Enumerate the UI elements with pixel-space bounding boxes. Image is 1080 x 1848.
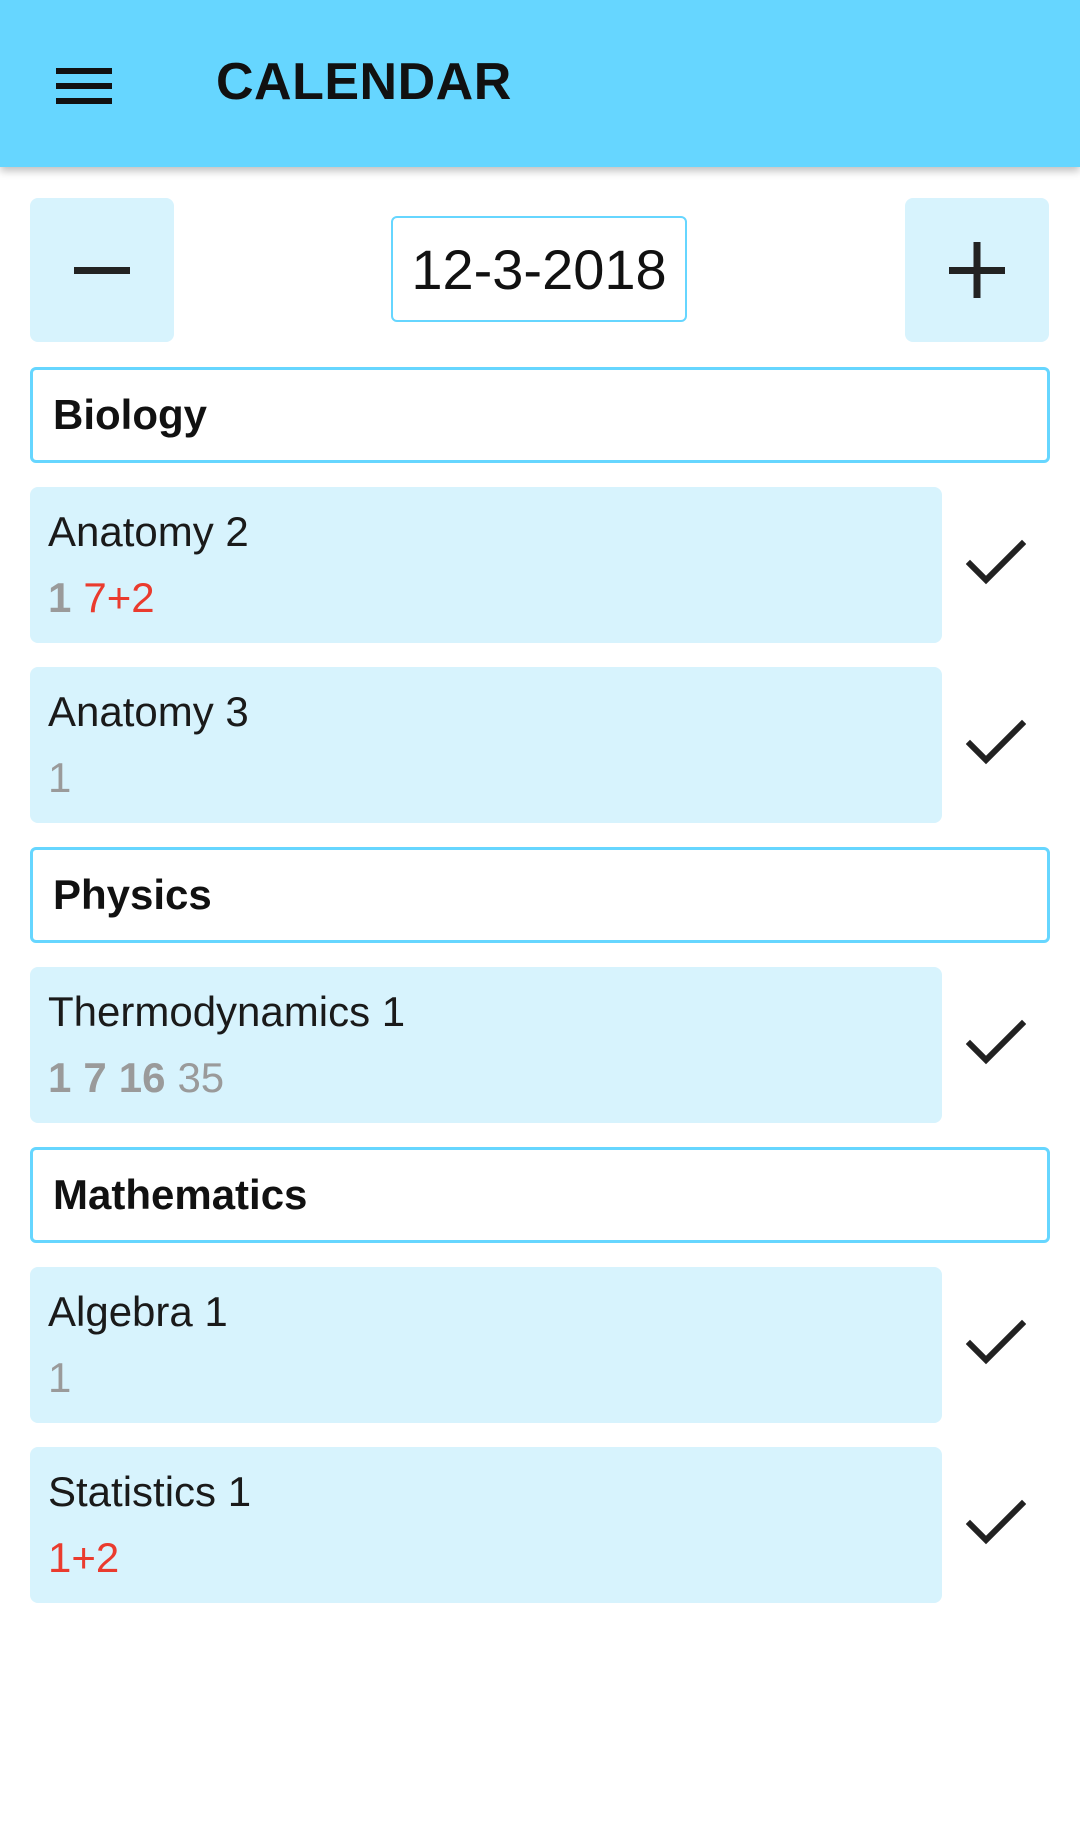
mark-done-button[interactable]	[954, 523, 1038, 607]
item-progress: 1	[48, 1353, 83, 1403]
item-title: Anatomy 3	[48, 688, 249, 735]
item-title: Thermodynamics 1	[48, 988, 406, 1035]
mark-done-button[interactable]	[954, 703, 1038, 787]
item-title: Anatomy 2	[48, 508, 249, 555]
previous-date-button[interactable]	[30, 198, 174, 342]
mark-done-button[interactable]	[954, 1303, 1038, 1387]
list-item[interactable]: Anatomy 3 1	[30, 667, 942, 823]
item-progress: 1	[48, 753, 83, 803]
item-progress: 1 7 16 35	[48, 1053, 236, 1103]
list-item[interactable]: Statistics 1 1+2	[30, 1447, 942, 1603]
page-title: CALENDAR	[216, 53, 512, 111]
minus-icon	[74, 267, 130, 274]
item-progress: 1+2	[48, 1533, 131, 1583]
section-header: Mathematics	[30, 1147, 1050, 1243]
check-icon	[965, 1018, 1027, 1073]
progress-token: 1+2	[48, 1534, 120, 1581]
progress-token: 1	[48, 754, 72, 801]
app-bar: CALENDAR	[0, 0, 1080, 167]
plus-icon	[949, 242, 1005, 298]
check-icon	[965, 538, 1027, 593]
progress-token: 1	[48, 1354, 72, 1401]
next-date-button[interactable]	[905, 198, 1049, 342]
menu-icon	[56, 68, 112, 104]
list-item[interactable]: Anatomy 2 1 7+2	[30, 487, 942, 643]
progress-token: 7+2	[83, 574, 155, 621]
check-icon	[965, 718, 1027, 773]
list-item[interactable]: Thermodynamics 1 1 7 16 35	[30, 967, 942, 1123]
progress-token: 35	[177, 1054, 225, 1101]
check-icon	[965, 1498, 1027, 1553]
list-item[interactable]: Algebra 1 1	[30, 1267, 942, 1423]
progress-token: 1	[48, 1054, 72, 1101]
date-field[interactable]: 12-3-2018	[391, 216, 687, 322]
menu-button[interactable]	[44, 46, 124, 126]
progress-token: 1	[48, 574, 72, 621]
item-progress: 1 7+2	[48, 573, 167, 623]
progress-token: 16	[118, 1054, 166, 1101]
item-title: Statistics 1	[48, 1468, 252, 1515]
item-title: Algebra 1	[48, 1288, 228, 1335]
mark-done-button[interactable]	[954, 1483, 1038, 1567]
progress-token: 7	[83, 1054, 107, 1101]
section-header: Biology	[30, 367, 1050, 463]
mark-done-button[interactable]	[954, 1003, 1038, 1087]
check-icon	[965, 1318, 1027, 1373]
section-header: Physics	[30, 847, 1050, 943]
